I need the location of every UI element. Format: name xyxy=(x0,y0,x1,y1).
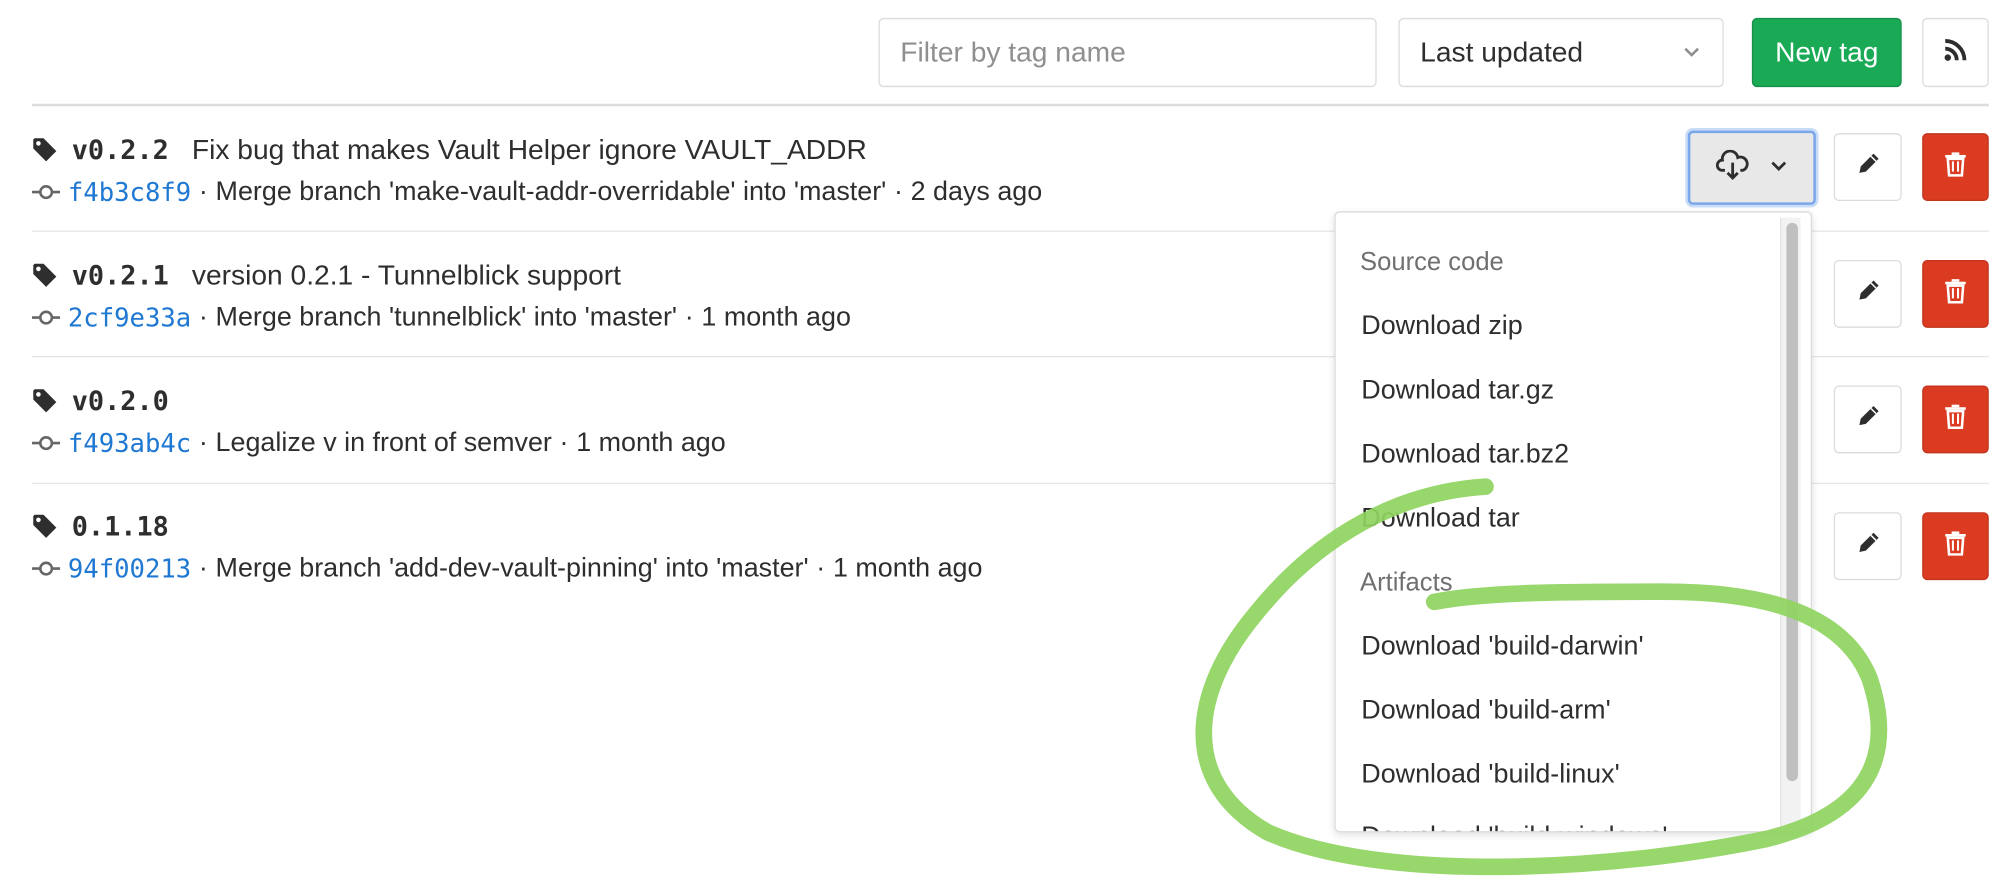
commit-time: 2 days ago xyxy=(910,176,1043,207)
rss-icon xyxy=(1943,36,1969,68)
download-build-darwin-item[interactable]: Download 'build-darwin' xyxy=(1361,631,1643,662)
tag-name-link[interactable]: v0.2.2 xyxy=(72,134,169,165)
tags-page: Last updated New tag v0.2.2 Fix bug that… xyxy=(0,0,2008,885)
separator: · xyxy=(684,302,694,332)
download-tarbz2-item[interactable]: Download tar.bz2 xyxy=(1361,439,1569,470)
sort-dropdown[interactable]: Last updated xyxy=(1398,17,1724,88)
download-targz-item[interactable]: Download tar.gz xyxy=(1361,375,1554,406)
download-dropdown-menu: Source code Download zip Download tar.gz… xyxy=(1334,211,1813,833)
tag-message: version 0.2.1 - Tunnelblick support xyxy=(191,258,622,291)
commit-sha-link[interactable]: 2cf9e33a xyxy=(68,302,191,333)
new-tag-button[interactable]: New tag xyxy=(1751,17,1902,88)
commit-time: 1 month ago xyxy=(701,302,851,332)
download-dropdown-button[interactable] xyxy=(1687,130,1816,205)
edit-tag-button[interactable] xyxy=(1833,133,1902,202)
pencil-icon xyxy=(1855,278,1881,310)
commit-icon xyxy=(32,178,61,206)
download-zip-item[interactable]: Download zip xyxy=(1361,311,1522,342)
download-build-windows-item[interactable]: Download 'build-windows' xyxy=(1361,822,1667,831)
dropdown-scrollbar-thumb[interactable] xyxy=(1786,222,1798,782)
download-tar-item[interactable]: Download tar xyxy=(1361,503,1519,534)
filter-tag-input[interactable] xyxy=(878,17,1377,88)
commit-sha-link[interactable]: f4b3c8f9 xyxy=(68,177,191,208)
commit-sha-link[interactable]: 94f00213 xyxy=(68,553,191,584)
source-code-header: Source code xyxy=(1359,248,1504,277)
chevron-down-icon xyxy=(1681,36,1701,69)
tag-name-link[interactable]: 0.1.18 xyxy=(72,511,169,542)
edit-tag-button[interactable] xyxy=(1833,385,1902,454)
commit-time: 1 month ago xyxy=(832,553,983,583)
rss-button[interactable] xyxy=(1922,17,1989,88)
tag-icon xyxy=(32,136,60,164)
trash-icon xyxy=(1944,278,1967,310)
separator: · xyxy=(198,176,208,207)
pencil-icon xyxy=(1855,151,1881,183)
dropdown-scrollbar[interactable] xyxy=(1780,217,1801,830)
trash-icon xyxy=(1944,151,1967,183)
commit-title-link[interactable]: Merge branch 'make-vault-addr-overridabl… xyxy=(216,177,887,208)
separator: · xyxy=(198,427,208,458)
pencil-icon xyxy=(1855,530,1881,562)
tag-name-link[interactable]: v0.2.0 xyxy=(72,385,169,416)
commit-icon xyxy=(32,304,61,332)
header-divider xyxy=(32,103,1989,107)
commit-sha-link[interactable]: f493ab4c xyxy=(68,428,191,459)
separator: · xyxy=(893,176,903,207)
artifacts-header: Artifacts xyxy=(1359,568,1453,597)
tag-icon xyxy=(32,512,60,540)
cloud-download-icon xyxy=(1715,148,1749,186)
commit-title-link[interactable]: Merge branch 'tunnelblick' into 'master' xyxy=(216,302,677,333)
separator: · xyxy=(198,553,208,583)
chevron-down-icon xyxy=(1770,156,1788,180)
commit-title-link[interactable]: Legalize v in front of semver xyxy=(216,428,552,459)
delete-tag-button[interactable] xyxy=(1922,133,1989,202)
trash-icon xyxy=(1944,530,1967,562)
delete-tag-button[interactable] xyxy=(1922,385,1989,454)
download-build-arm-item[interactable]: Download 'build-arm' xyxy=(1361,695,1610,726)
trash-icon xyxy=(1944,403,1967,435)
delete-tag-button[interactable] xyxy=(1922,259,1989,328)
new-tag-button-label: New tag xyxy=(1775,35,1879,68)
delete-tag-button[interactable] xyxy=(1922,512,1989,581)
pencil-icon xyxy=(1855,403,1881,435)
download-build-linux-item[interactable]: Download 'build-linux' xyxy=(1361,759,1619,790)
commit-title-link[interactable]: Merge branch 'add-dev-vault-pinning' int… xyxy=(216,553,809,584)
tag-icon xyxy=(32,387,60,415)
tag-name-link[interactable]: v0.2.1 xyxy=(72,260,169,291)
sort-dropdown-label: Last updated xyxy=(1420,35,1584,68)
edit-tag-button[interactable] xyxy=(1833,512,1902,581)
separator: · xyxy=(816,553,826,583)
separator: · xyxy=(198,302,208,332)
commit-icon xyxy=(32,554,61,582)
edit-tag-button[interactable] xyxy=(1833,259,1902,328)
separator: · xyxy=(559,427,569,458)
commit-icon xyxy=(32,429,61,457)
tag-icon xyxy=(32,261,60,289)
commit-time: 1 month ago xyxy=(576,427,726,458)
tag-message: Fix bug that makes Vault Helper ignore V… xyxy=(191,133,867,166)
